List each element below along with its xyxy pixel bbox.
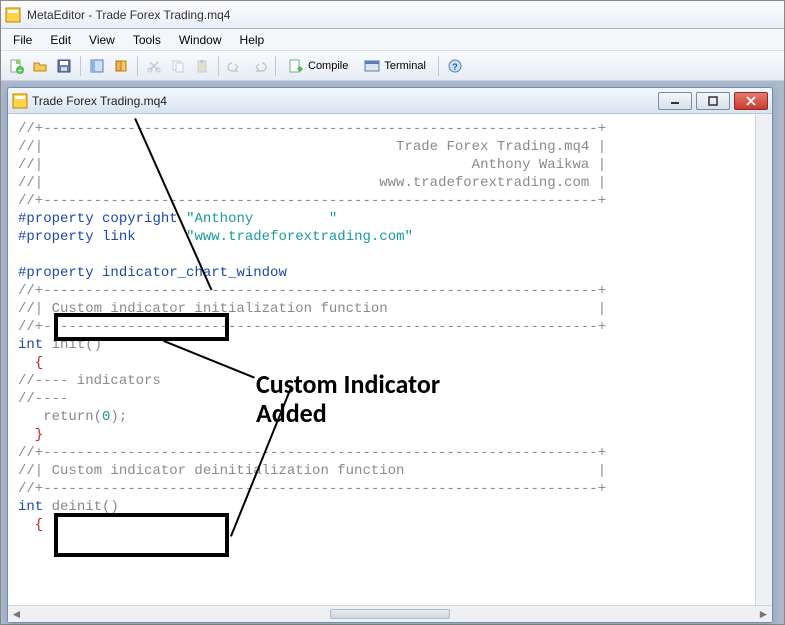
close-button[interactable] xyxy=(734,92,768,110)
document-titlebar[interactable]: Trade Forex Trading.mq4 xyxy=(8,88,772,114)
navigator-button[interactable] xyxy=(86,55,108,77)
terminal-button[interactable]: Terminal xyxy=(357,55,433,77)
menu-view[interactable]: View xyxy=(81,31,123,49)
cut-button[interactable] xyxy=(143,55,165,77)
svg-text:?: ? xyxy=(452,62,458,72)
app-title: MetaEditor - Trade Forex Trading.mq4 xyxy=(27,8,780,22)
svg-text:+: + xyxy=(18,66,23,74)
mdi-client-area: Trade Forex Trading.mq4 //+-------------… xyxy=(1,81,784,624)
toolbar-separator xyxy=(80,56,81,76)
menu-help[interactable]: Help xyxy=(232,31,273,49)
toolbar-separator xyxy=(275,56,276,76)
toolbar: + Compile Terminal ? xyxy=(1,51,784,81)
maximize-button[interactable] xyxy=(696,92,730,110)
menu-window[interactable]: Window xyxy=(171,31,230,49)
vertical-scrollbar[interactable] xyxy=(755,114,772,605)
compile-button[interactable]: Compile xyxy=(281,55,355,77)
terminal-icon xyxy=(364,58,380,74)
redo-button[interactable] xyxy=(248,55,270,77)
undo-button[interactable] xyxy=(224,55,246,77)
menu-tools[interactable]: Tools xyxy=(125,31,169,49)
menubar: File Edit View Tools Window Help xyxy=(1,29,784,51)
terminal-label: Terminal xyxy=(384,60,426,72)
app-icon xyxy=(5,7,21,23)
compile-label: Compile xyxy=(308,60,348,72)
doc-icon xyxy=(12,93,28,109)
menu-file[interactable]: File xyxy=(5,31,40,49)
book-button[interactable] xyxy=(110,55,132,77)
toolbar-separator xyxy=(137,56,138,76)
scroll-right-icon[interactable]: ► xyxy=(755,606,772,622)
menu-edit[interactable]: Edit xyxy=(42,31,79,49)
toolbar-separator xyxy=(438,56,439,76)
new-file-button[interactable]: + xyxy=(5,55,27,77)
scroll-left-icon[interactable]: ◄ xyxy=(8,606,25,622)
document-title: Trade Forex Trading.mq4 xyxy=(32,94,658,108)
document-window: Trade Forex Trading.mq4 //+-------------… xyxy=(7,87,773,623)
help-button[interactable]: ? xyxy=(444,55,466,77)
open-file-button[interactable] xyxy=(29,55,51,77)
scroll-thumb[interactable] xyxy=(330,609,450,619)
horizontal-scrollbar[interactable]: ◄ ► xyxy=(8,605,772,622)
app-titlebar: MetaEditor - Trade Forex Trading.mq4 xyxy=(1,1,784,29)
copy-button[interactable] xyxy=(167,55,189,77)
code-editor[interactable]: //+-------------------------------------… xyxy=(8,114,755,605)
save-button[interactable] xyxy=(53,55,75,77)
minimize-button[interactable] xyxy=(658,92,692,110)
compile-icon xyxy=(288,58,304,74)
paste-button[interactable] xyxy=(191,55,213,77)
toolbar-separator xyxy=(218,56,219,76)
